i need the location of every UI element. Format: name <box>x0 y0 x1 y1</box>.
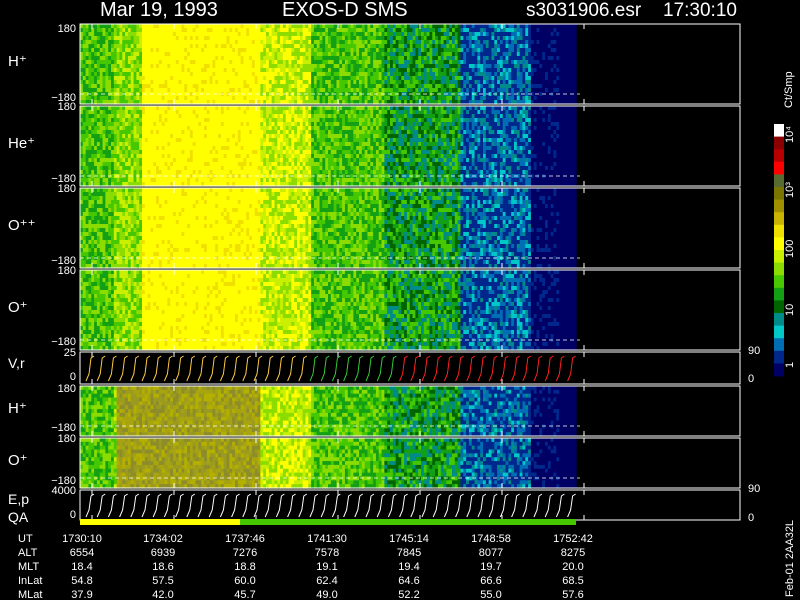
count-cell <box>573 52 577 57</box>
header-time: 17:30:10 <box>663 0 737 21</box>
count-cell <box>573 48 577 53</box>
count-cell <box>573 96 577 101</box>
exos-d-sms-spectrogram: Mar 19, 1993 EXOS-D SMS s3031906.esr 17:… <box>0 0 800 600</box>
count-cell <box>573 32 577 37</box>
header-instrument: EXOS-D SMS <box>282 0 408 21</box>
count-cell <box>573 72 577 77</box>
count-cell <box>573 130 577 135</box>
count-cell <box>573 44 577 49</box>
count-cell <box>573 88 577 93</box>
count-cell <box>573 134 577 139</box>
count-cell <box>573 114 577 119</box>
header-file: s3031906.esr <box>526 0 642 21</box>
count-cell <box>573 36 577 41</box>
count-cell <box>573 110 577 115</box>
count-cell <box>573 106 577 111</box>
count-cell <box>573 64 577 69</box>
count-cell <box>573 56 577 61</box>
count-cell <box>573 80 577 85</box>
count-cell <box>573 40 577 45</box>
count-cell <box>573 126 577 131</box>
count-cell <box>573 68 577 73</box>
count-cell <box>573 60 577 65</box>
count-cell <box>573 118 577 123</box>
count-cell <box>573 84 577 89</box>
count-cell <box>573 122 577 127</box>
count-cell <box>573 24 577 29</box>
count-cell <box>573 76 577 81</box>
count-cell <box>573 28 577 33</box>
header-date: Mar 19, 1993 <box>100 0 218 21</box>
